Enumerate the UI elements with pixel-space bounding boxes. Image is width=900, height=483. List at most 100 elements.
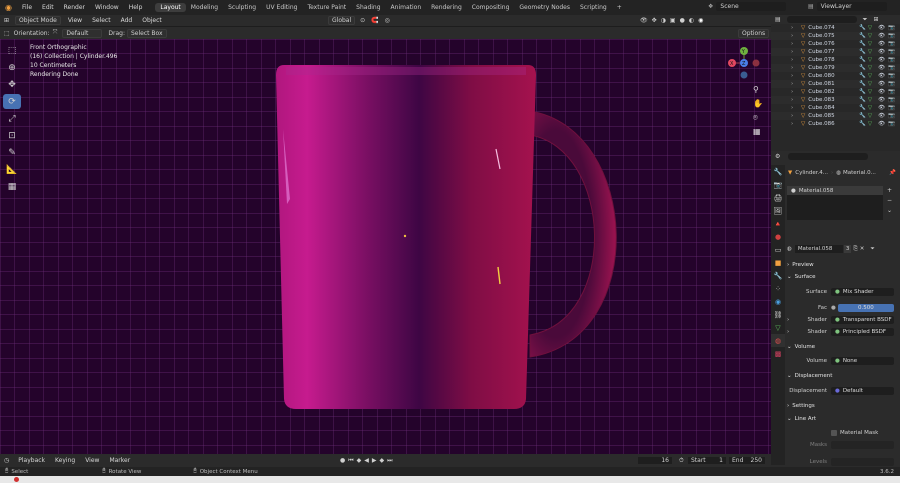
visibility-eye-icon[interactable]: 👁 [878,121,885,127]
tab-texture-paint[interactable]: Texture Paint [302,3,351,12]
material-browse-icon[interactable]: ◍ [787,246,792,252]
constraints-tab-icon[interactable]: ⛓ [771,308,785,321]
mode-selector[interactable]: Object Mode [15,16,61,25]
expand-arrow-icon[interactable]: › [791,65,793,71]
render-camera-icon[interactable]: 📷 [888,81,895,87]
timeline-editor-icon[interactable]: ◷ [4,457,9,464]
drag-selector[interactable]: Select Box [126,28,167,38]
outliner-row[interactable]: › ▽ Cube.084 🔧 ▽ 👁 📷 [771,104,900,112]
gizmo-icon[interactable]: ✥ [652,17,657,24]
outliner-row[interactable]: › ▽ Cube.076 🔧 ▽ 👁 📷 [771,40,900,48]
outliner-row[interactable]: › ▽ Cube.083 🔧 ▽ 👁 📷 [771,96,900,104]
unlink-material-icon[interactable]: ✕ [860,246,865,252]
zoom-icon[interactable]: ⚲ [753,85,759,94]
add-slot-button[interactable]: + [887,186,892,196]
expand-arrow-icon[interactable]: › [791,113,793,119]
shading-solid-icon[interactable]: ● [680,17,685,24]
render-camera-icon[interactable]: 📷 [888,25,895,31]
visibility-eye-icon[interactable]: 👁 [878,89,885,95]
tab-geometry-nodes[interactable]: Geometry Nodes [514,3,575,12]
remove-slot-button[interactable]: − [887,196,892,206]
levels-field[interactable] [831,457,894,466]
outliner-editor-icon[interactable]: ▤ [775,16,781,23]
section-preview[interactable]: › Preview [787,260,896,270]
menu-object[interactable]: Object [137,17,167,24]
expand-arrow-icon[interactable]: › [791,89,793,95]
render-camera-icon[interactable]: 📷 [888,113,895,119]
expand-arrow-icon[interactable]: › [791,97,793,103]
tab-compositing[interactable]: Compositing [467,3,515,12]
section-volume[interactable]: ⌄ Volume [787,342,896,352]
menu-timeline-view[interactable]: View [80,457,104,464]
add-cube-icon[interactable]: ▦ [3,179,21,194]
camera-icon[interactable]: ⌾ [753,113,758,122]
shading-rendered-icon[interactable]: ◉ [698,17,703,24]
expand-arrow-icon[interactable]: › [791,33,793,39]
outliner-search-field[interactable] [786,16,857,23]
view-layer-tab-icon[interactable]: 🖼 [771,204,785,217]
expand-arrow-icon[interactable]: › [791,121,793,127]
cursor-icon[interactable]: ⊕ [3,60,21,75]
transform-orientation-selector[interactable]: Global [328,16,356,25]
orientation-selector[interactable]: Default [62,28,103,38]
outliner-row[interactable]: › ▽ Cube.079 🔧 ▽ 👁 📷 [771,64,900,72]
menu-add[interactable]: Add [116,17,138,24]
tab-rendering[interactable]: Rendering [426,3,467,12]
physics-tab-icon[interactable]: ◉ [771,295,785,308]
visibility-eye-icon[interactable]: 👁 [878,81,885,87]
outliner-row[interactable]: › ▽ Cube.081 🔧 ▽ 👁 📷 [771,80,900,88]
tab-modeling[interactable]: Modeling [186,3,223,12]
menu-window[interactable]: Window [90,4,124,11]
record-icon[interactable]: ● [340,457,345,464]
tab-animation[interactable]: Animation [386,3,427,12]
cursor-select-icon[interactable]: ⬚ [3,43,21,58]
expand-arrow-icon[interactable]: › [791,49,793,55]
visibility-eye-icon[interactable]: 👁 [878,73,885,79]
expand-shader1-icon[interactable]: › [787,317,795,323]
menu-view[interactable]: View [63,17,87,24]
shader2-field[interactable]: ● Principled BSDF [831,327,894,336]
render-camera-icon[interactable]: 📷 [888,97,895,103]
frame-start-field[interactable]: Start 1 [688,457,726,464]
section-displacement[interactable]: ⌄ Displacement [787,371,896,381]
gizmo-neg-z[interactable] [740,71,748,79]
pin-icon[interactable]: 📌 [889,170,896,176]
visibility-eye-icon[interactable]: 👁 [878,25,885,31]
3d-viewport[interactable] [0,39,771,454]
current-frame-field[interactable]: 16 [638,457,672,464]
material-users-count[interactable]: 3 [843,245,852,253]
render-camera-icon[interactable]: 📷 [888,121,895,127]
menu-help[interactable]: Help [124,4,148,11]
taskbar-app-icon[interactable] [14,477,19,482]
material-options-icon[interactable]: ⏷ [870,246,874,253]
expand-arrow-icon[interactable]: › [791,41,793,47]
visibility-eye-icon[interactable]: 👁 [878,113,885,119]
visibility-eye-icon[interactable]: 👁 [878,65,885,71]
surface-shader-field[interactable]: ● Mix Shader [831,287,894,296]
expand-arrow-icon[interactable]: › [791,81,793,87]
duplicate-material-icon[interactable]: ⎘ [853,246,857,253]
collection-tab-icon[interactable]: ▭ [771,243,785,256]
world-tab-icon[interactable]: ● [771,230,785,243]
overlay-icon[interactable]: ◑ [661,17,666,24]
menu-playback[interactable]: Playback [13,457,50,464]
editor-type-icon[interactable]: ⊞ [4,17,9,24]
viewport-canvas[interactable] [0,39,771,454]
options-dropdown[interactable]: Options [738,28,770,38]
render-camera-icon[interactable]: 📷 [888,49,895,55]
jump-start-icon[interactable]: ⏮ [348,457,353,465]
object-tab-icon[interactable]: ■ [771,256,785,269]
snap-icon[interactable]: 🧲 [371,17,378,24]
material-name-field[interactable]: Material.058 [794,245,843,253]
next-keyframe-icon[interactable]: ◆ [380,457,385,464]
play-reverse-icon[interactable]: ◀ [364,457,369,464]
modifier-tab-icon[interactable]: 🔧 [771,269,785,282]
tab-scripting[interactable]: Scripting [575,3,612,12]
outliner-row[interactable]: › ▽ Cube.078 🔧 ▽ 👁 📷 [771,56,900,64]
texture-tab-icon[interactable]: ▩ [771,347,785,360]
render-camera-icon[interactable]: 📷 [888,65,895,71]
render-camera-icon[interactable]: 📷 [888,105,895,111]
outliner-row[interactable]: › ▽ Cube.075 🔧 ▽ 👁 📷 [771,32,900,40]
tab-sculpting[interactable]: Sculpting [223,3,261,12]
proportional-edit-icon[interactable]: ◎ [385,17,390,24]
